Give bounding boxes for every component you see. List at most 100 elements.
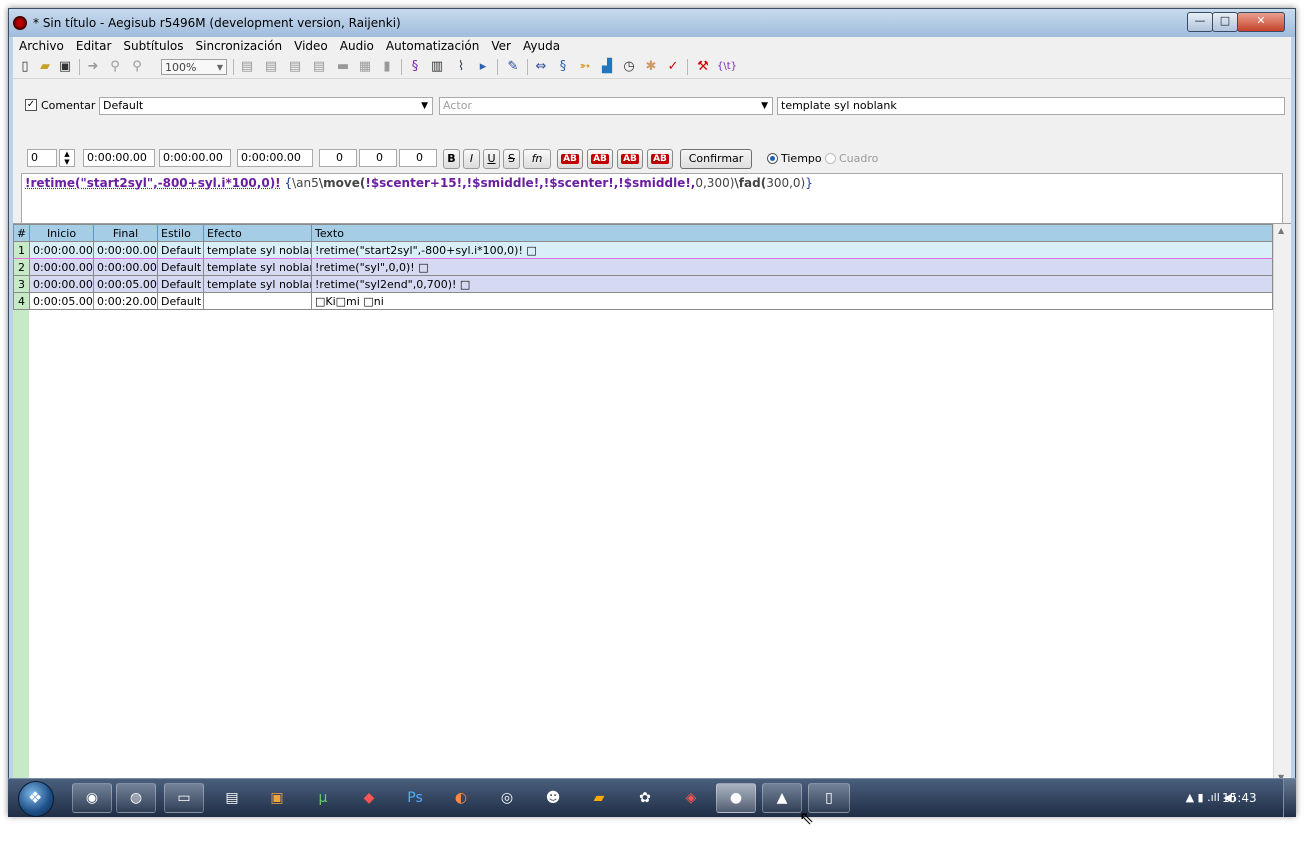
- header-start[interactable]: Inicio: [29, 224, 94, 242]
- app-taskbar-icon[interactable]: ◐: [450, 787, 472, 809]
- save-icon[interactable]: ▣: [57, 59, 73, 75]
- align-left-icon[interactable]: ▤: [287, 59, 303, 75]
- open-folder-icon[interactable]: ▰: [37, 59, 53, 75]
- layer-input[interactable]: 0: [27, 149, 57, 167]
- new-file-icon[interactable]: ▯: [17, 59, 33, 75]
- clock[interactable]: 15:43: [1222, 791, 1257, 805]
- media-player-taskbar-icon[interactable]: ▣: [266, 787, 288, 809]
- strikeout-button[interactable]: S: [503, 149, 520, 169]
- secondary-color-button[interactable]: AB: [587, 149, 613, 169]
- margin-right-input[interactable]: 0: [359, 149, 397, 167]
- table-row[interactable]: 1 0:00:00.00 0:00:00.00 Default template…: [13, 241, 1273, 259]
- resample-icon[interactable]: ⇔: [533, 59, 549, 75]
- detach-video-icon[interactable]: ▮: [379, 59, 395, 75]
- minimize-button[interactable]: —: [1187, 12, 1213, 32]
- header-style[interactable]: Estilo: [157, 224, 204, 242]
- header-effect[interactable]: Efecto: [203, 224, 312, 242]
- maximize-button[interactable]: □: [1212, 12, 1238, 32]
- explorer-taskbar-icon[interactable]: ▭: [164, 783, 204, 813]
- kanji-timer-icon[interactable]: ◷: [621, 59, 637, 75]
- aegisub-taskbar-icon[interactable]: ●: [716, 783, 756, 813]
- grid-icon[interactable]: ▦: [357, 59, 373, 75]
- style-manager-icon[interactable]: ➳: [577, 59, 593, 75]
- effect-input[interactable]: template syl noblank: [777, 97, 1285, 115]
- header-number[interactable]: #: [13, 224, 30, 242]
- options-icon[interactable]: ✓: [665, 59, 681, 75]
- comment-checkbox[interactable]: ✓: [25, 99, 37, 111]
- app-taskbar-icon[interactable]: ☻: [542, 787, 564, 809]
- disc-taskbar-icon[interactable]: ◎: [496, 787, 518, 809]
- start-button[interactable]: ❖: [18, 781, 54, 817]
- automation-icon[interactable]: ✎: [505, 59, 521, 75]
- spell-checker-icon[interactable]: ✱: [643, 59, 659, 75]
- translation-icon[interactable]: §: [555, 59, 571, 75]
- karaoke-tag-icon[interactable]: {\t}: [717, 59, 737, 75]
- zoom-out-icon[interactable]: ⚲: [129, 59, 145, 75]
- notepad-taskbar-icon[interactable]: ▯: [808, 783, 850, 813]
- timing-postprocessor-icon[interactable]: ▟: [599, 59, 615, 75]
- show-desktop-button[interactable]: [1283, 779, 1296, 817]
- start-time-input[interactable]: 0:00:00.00: [83, 149, 155, 167]
- menu-subtitulos[interactable]: Subtítulos: [117, 37, 189, 53]
- italic-button[interactable]: I: [463, 149, 480, 169]
- underline-button[interactable]: U: [483, 149, 500, 169]
- menu-editar[interactable]: Editar: [70, 37, 118, 53]
- row-start: 0:00:00.00: [29, 258, 94, 276]
- primary-color-button[interactable]: AB: [557, 149, 583, 169]
- subtitle-grid[interactable]: # Inicio Final Estilo Efecto Texto 1 0:0…: [13, 223, 1291, 784]
- header-end[interactable]: Final: [93, 224, 158, 242]
- outline-color-button[interactable]: AB: [617, 149, 643, 169]
- grid-scrollbar[interactable]: ▲ ▼: [1273, 224, 1291, 784]
- menu-ver[interactable]: Ver: [485, 37, 517, 53]
- table-row[interactable]: 3 0:00:00.00 0:00:05.00 Default template…: [13, 275, 1273, 293]
- video-editor-taskbar-icon[interactable]: ▤: [221, 787, 243, 809]
- layer-spin-buttons[interactable]: ▲ ▼: [59, 149, 75, 167]
- end-time-input[interactable]: 0:00:00.00: [159, 149, 231, 167]
- firefox-taskbar-icon[interactable]: ◍: [116, 783, 156, 813]
- fonts-collector-icon[interactable]: ▸: [475, 59, 491, 75]
- shadow-color-button[interactable]: AB: [647, 149, 673, 169]
- duration-input[interactable]: 0:00:00.00: [237, 149, 313, 167]
- header-text[interactable]: Texto: [311, 224, 1273, 242]
- zoom-select[interactable]: 100% ▼: [161, 59, 227, 75]
- confirm-button[interactable]: Confirmar: [680, 149, 752, 169]
- aegisub-app-icon[interactable]: [13, 16, 27, 30]
- properties-icon[interactable]: ▥: [429, 59, 445, 75]
- actor-input[interactable]: Actor ▼: [439, 97, 773, 115]
- margin-left-input[interactable]: 0: [319, 149, 357, 167]
- scroll-up-icon[interactable]: ▲: [1278, 226, 1284, 235]
- video-icon[interactable]: ▬: [335, 59, 351, 75]
- styles-icon[interactable]: §: [407, 59, 423, 75]
- align-top-icon[interactable]: ▤: [239, 59, 255, 75]
- utorrent-taskbar-icon[interactable]: µ: [312, 787, 334, 809]
- title-bar[interactable]: * Sin título - Aegisub r5496M (developme…: [9, 9, 1295, 37]
- close-button[interactable]: ✕: [1237, 12, 1285, 32]
- zoom-in-icon[interactable]: ⚲: [107, 59, 123, 75]
- app-taskbar-icon[interactable]: ◈: [680, 787, 702, 809]
- app-taskbar-icon[interactable]: ◆: [358, 787, 380, 809]
- table-row[interactable]: 4 0:00:05.00 0:00:20.00 Default □Ki□mi □…: [13, 292, 1273, 310]
- menu-video[interactable]: Video: [288, 37, 334, 53]
- font-button[interactable]: fn: [523, 149, 551, 169]
- chrome-taskbar-icon[interactable]: ◉: [72, 783, 112, 813]
- table-row[interactable]: 2 0:00:00.00 0:00:00.00 Default template…: [13, 258, 1273, 276]
- menu-archivo[interactable]: Archivo: [13, 37, 70, 53]
- attachments-icon[interactable]: ⌇: [453, 59, 469, 75]
- menu-automatizacion[interactable]: Automatización: [380, 37, 485, 53]
- margin-vertical-input[interactable]: 0: [399, 149, 437, 167]
- hotkeys-icon[interactable]: ⚒: [695, 59, 711, 75]
- app-taskbar-icon[interactable]: ✿: [634, 787, 656, 809]
- bold-button[interactable]: B: [443, 149, 460, 169]
- menu-sincronizacion[interactable]: Sincronización: [190, 37, 289, 53]
- style-select[interactable]: Default ▼: [99, 97, 433, 115]
- image-viewer-taskbar-icon[interactable]: ▲: [762, 783, 802, 813]
- align-right-icon[interactable]: ▤: [311, 59, 327, 75]
- time-radio[interactable]: [767, 153, 778, 164]
- menu-ayuda[interactable]: Ayuda: [517, 37, 566, 53]
- jump-to-icon[interactable]: ➜: [85, 59, 101, 75]
- frame-radio[interactable]: [825, 153, 836, 164]
- app-taskbar-icon[interactable]: ▰: [588, 787, 610, 809]
- photoshop-taskbar-icon[interactable]: Ps: [404, 787, 426, 809]
- align-bottom-icon[interactable]: ▤: [263, 59, 279, 75]
- menu-audio[interactable]: Audio: [334, 37, 380, 53]
